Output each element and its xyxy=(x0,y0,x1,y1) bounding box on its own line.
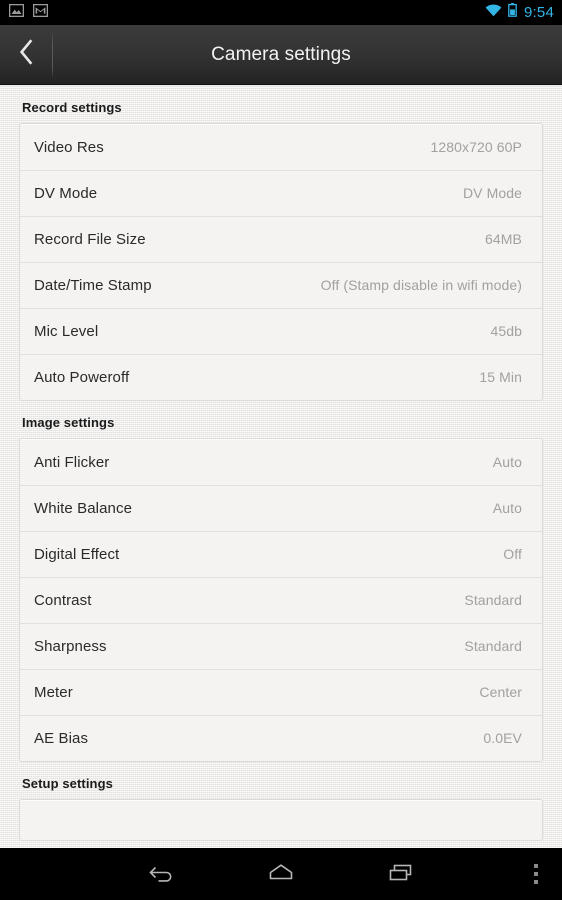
setting-row-date-time-stamp[interactable]: Date/Time Stamp Off (Stamp disable in wi… xyxy=(20,262,542,308)
setting-row-ae-bias[interactable]: AE Bias 0.0EV xyxy=(20,715,542,761)
setting-value: Off (Stamp disable in wifi mode) xyxy=(320,277,522,293)
action-bar-divider xyxy=(52,31,53,79)
system-navigation-bar xyxy=(0,848,562,900)
setting-row-white-balance[interactable]: White Balance Auto xyxy=(20,485,542,531)
setting-value: Standard xyxy=(464,592,522,608)
setting-label: Anti Flicker xyxy=(34,453,110,471)
page-title: Camera settings xyxy=(211,43,351,65)
status-bar: 9:54 xyxy=(0,0,562,25)
setting-value: DV Mode xyxy=(462,185,522,201)
back-icon xyxy=(148,862,176,887)
battery-icon xyxy=(508,3,517,22)
setting-row-anti-flicker[interactable]: Anti Flicker Auto xyxy=(20,439,542,485)
nav-back-button[interactable] xyxy=(127,848,197,900)
setting-label: Sharpness xyxy=(34,637,107,655)
back-navigation-button[interactable] xyxy=(0,25,52,84)
status-bar-clock: 9:54 xyxy=(524,4,554,21)
setting-value: Off xyxy=(503,546,522,562)
section-header-image-settings: Image settings xyxy=(22,415,115,430)
setting-row-auto-poweroff[interactable]: Auto Poweroff 15 Min xyxy=(20,354,542,400)
section-header-setup-settings: Setup settings xyxy=(22,776,113,791)
setting-label: Mic Level xyxy=(34,322,99,340)
setting-label: Digital Effect xyxy=(34,545,120,563)
setting-row-dv-mode[interactable]: DV Mode DV Mode xyxy=(20,170,542,216)
setting-row-meter[interactable]: Meter Center xyxy=(20,669,542,715)
setting-value: Auto xyxy=(492,500,522,516)
settings-scroll-container[interactable]: Record settings Video Res 1280x720 60P D… xyxy=(0,86,562,848)
back-chevron-icon xyxy=(18,39,34,70)
setting-label: Contrast xyxy=(34,591,92,609)
recents-icon xyxy=(387,862,415,887)
action-bar: Camera settings xyxy=(0,25,562,85)
overflow-menu-icon xyxy=(534,864,538,868)
overflow-menu-icon xyxy=(534,872,538,876)
setting-label: Video Res xyxy=(34,138,104,156)
section-image-settings: Image settings Anti Flicker Auto White B… xyxy=(0,401,562,762)
section-setup-settings: Setup settings xyxy=(0,762,562,841)
section-header-record-settings: Record settings xyxy=(22,100,122,115)
setting-label: Meter xyxy=(34,683,73,701)
setting-row-video-res[interactable]: Video Res 1280x720 60P xyxy=(20,124,542,170)
setting-value: 0.0EV xyxy=(483,730,522,746)
setting-row-mic-level[interactable]: Mic Level 45db xyxy=(20,308,542,354)
setting-value: 15 Min xyxy=(479,369,522,385)
setting-row-record-file-size[interactable]: Record File Size 64MB xyxy=(20,216,542,262)
status-bar-system-icons: 9:54 xyxy=(485,3,554,22)
setting-value: 64MB xyxy=(485,231,522,247)
overflow-menu-icon xyxy=(534,880,538,884)
status-bar-notifications xyxy=(8,3,49,22)
android-device-screen: 9:54 Camera settings Record settings Vid… xyxy=(0,0,562,900)
gallery-icon xyxy=(8,3,25,22)
setting-label: White Balance xyxy=(34,499,133,517)
setting-row-sharpness[interactable]: Sharpness Standard xyxy=(20,623,542,669)
setting-row-digital-effect[interactable]: Digital Effect Off xyxy=(20,531,542,577)
nav-overflow-menu-button[interactable] xyxy=(516,848,556,900)
setting-value: Standard xyxy=(464,638,522,654)
setting-value: 1280x720 60P xyxy=(430,139,522,155)
nav-home-button[interactable] xyxy=(246,848,316,900)
setting-label: Auto Poweroff xyxy=(34,368,130,386)
setting-row-contrast[interactable]: Contrast Standard xyxy=(20,577,542,623)
nav-recents-button[interactable] xyxy=(366,848,436,900)
setting-value: Center xyxy=(479,684,522,700)
setting-label: DV Mode xyxy=(34,184,98,202)
section-record-settings: Record settings Video Res 1280x720 60P D… xyxy=(0,86,562,401)
setting-value: Auto xyxy=(492,454,522,470)
wifi-icon xyxy=(485,3,502,22)
settings-card-record: Video Res 1280x720 60P DV Mode DV Mode R… xyxy=(19,123,543,401)
setting-label: Date/Time Stamp xyxy=(34,276,152,294)
gmail-icon xyxy=(32,3,49,22)
setting-value: 45db xyxy=(490,323,522,339)
setting-label: Record File Size xyxy=(34,230,146,248)
settings-card-setup xyxy=(19,799,543,841)
setting-label: AE Bias xyxy=(34,729,89,747)
home-icon xyxy=(267,862,295,887)
settings-card-image: Anti Flicker Auto White Balance Auto Dig… xyxy=(19,438,543,762)
